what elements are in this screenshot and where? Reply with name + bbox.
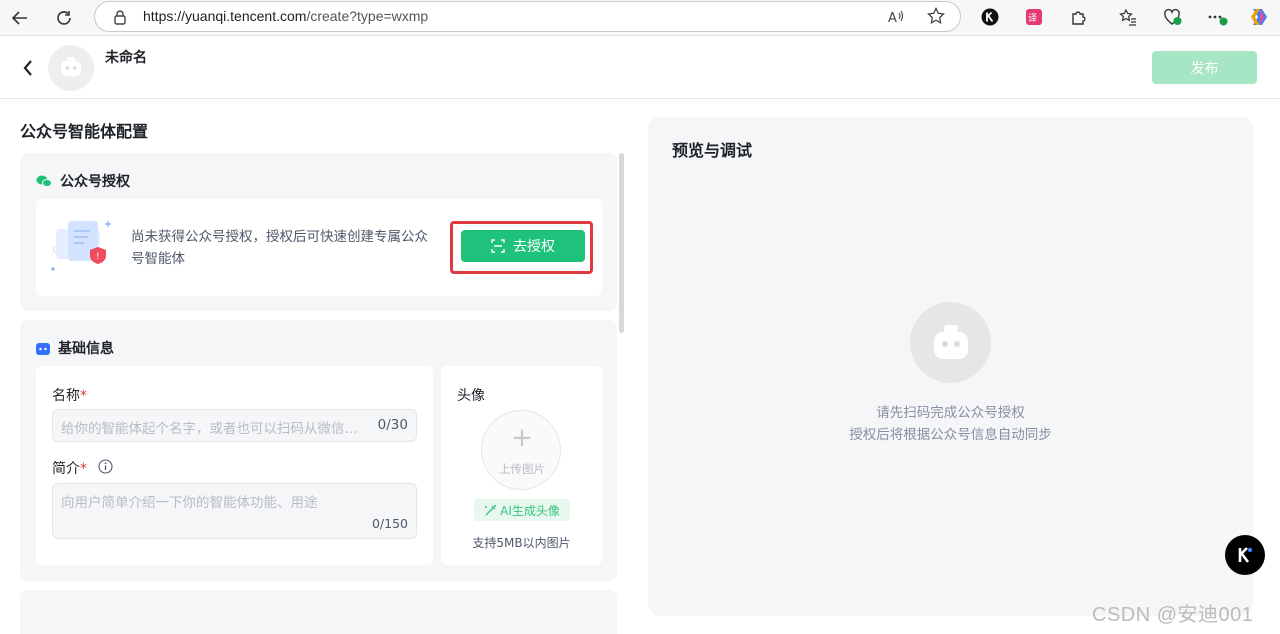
auth-card-title: 公众号授权 [60,174,130,190]
name-char-count: 0/30 [377,417,408,433]
auth-card-header: 公众号授权 [36,171,130,191]
favorite-star-icon[interactable] [927,6,945,29]
preview-message-line1: 请先扫码完成公众号授权 [876,405,1025,421]
refresh-icon[interactable] [50,4,78,32]
ai-avatar-label: AI生成头像 [500,503,560,518]
wechat-icon [36,175,52,188]
intro-char-count: 0/150 [371,516,408,531]
browser-toolbar: https://yuanqi.tencent.com/create?type=w… [0,0,1280,36]
svg-text:!: ! [96,252,100,262]
back-arrow-icon[interactable] [6,4,34,32]
extension-k-icon[interactable] [979,6,1001,28]
svg-text:译: 译 [1028,13,1037,24]
robot-icon [933,324,968,359]
preview-robot-avatar [910,302,991,383]
translate-extension-icon[interactable]: 译 [1023,6,1045,28]
svg-text:A: A [888,11,897,26]
preview-panel: 预览与调试 请先扫码完成公众号授权 授权后将根据公众号信息自动同步 [648,117,1253,616]
more-options-icon[interactable] [1207,6,1229,28]
preview-title: 预览与调试 [672,141,753,160]
url-text: https://yuanqi.tencent.com/create?type=w… [143,8,429,24]
upload-label: 上传图片 [499,462,545,476]
back-chevron-icon[interactable] [22,59,34,81]
lock-icon [113,9,127,29]
publish-button[interactable]: 发布 [1152,51,1257,84]
name-label: 名称* [52,388,87,404]
assistant-k-icon[interactable] [1225,535,1265,575]
config-section-title: 公众号智能体配置 [20,122,149,141]
basic-info-header: 基础信息 [36,338,114,358]
intro-placeholder: 向用户简单介绍一下你的智能体功能、用途 [61,495,318,511]
basic-info-card: 基础信息 名称* 给你的智能体起个名字，或者也可以扫码从微信... 0/30 简… [20,320,617,581]
agent-avatar [48,45,94,91]
auth-document-illustration: ! [50,213,116,279]
basic-info-title: 基础信息 [58,341,114,357]
name-placeholder: 给你的智能体起个名字，或者也可以扫码从微信... [61,421,358,437]
app-header: 未命名 发布 [0,37,1280,99]
preview-message-line2: 授权后将根据公众号信息自动同步 [849,427,1052,443]
csdn-watermark: CSDN @安迪001 [1092,604,1254,626]
config-scrollbar[interactable] [619,153,624,333]
basic-fields-panel: 名称* 给你的智能体起个名字，或者也可以扫码从微信... 0/30 简介* 向用… [36,366,433,565]
bot-badge-icon [36,342,50,355]
info-circle-icon[interactable] [98,459,113,478]
avatar-panel: 头像 + 上传图片 AI生成头像 支持5MB以内图片 [441,366,602,565]
extensions-puzzle-icon[interactable] [1068,6,1090,28]
avatar-label: 头像 [457,388,485,404]
address-bar[interactable]: https://yuanqi.tencent.com/create?type=w… [94,1,961,32]
read-aloud-icon[interactable]: A [887,8,905,30]
ai-generate-avatar-button[interactable]: AI生成头像 [474,499,570,521]
auth-description: 尚未获得公众号授权，授权后可快速创建专属公众号智能体 [131,229,428,267]
plus-icon: + [511,423,533,453]
robot-icon [61,57,81,76]
next-config-card [20,590,617,634]
upload-avatar-button[interactable]: + 上传图片 [481,410,561,490]
intro-textarea[interactable]: 向用户简单介绍一下你的智能体功能、用途 0/150 [52,483,417,539]
upload-size-hint: 支持5MB以内图片 [472,536,571,550]
intro-label: 简介* [52,461,87,477]
favorites-list-icon[interactable] [1117,6,1139,28]
copilot-icon[interactable] [1248,6,1270,28]
browser-essentials-icon[interactable] [1162,6,1184,28]
magic-wand-icon [485,504,497,515]
name-input[interactable]: 给你的智能体起个名字，或者也可以扫码从微信... 0/30 [52,409,417,442]
authorize-highlight-box [450,221,593,274]
agent-name-title: 未命名 [105,50,147,66]
